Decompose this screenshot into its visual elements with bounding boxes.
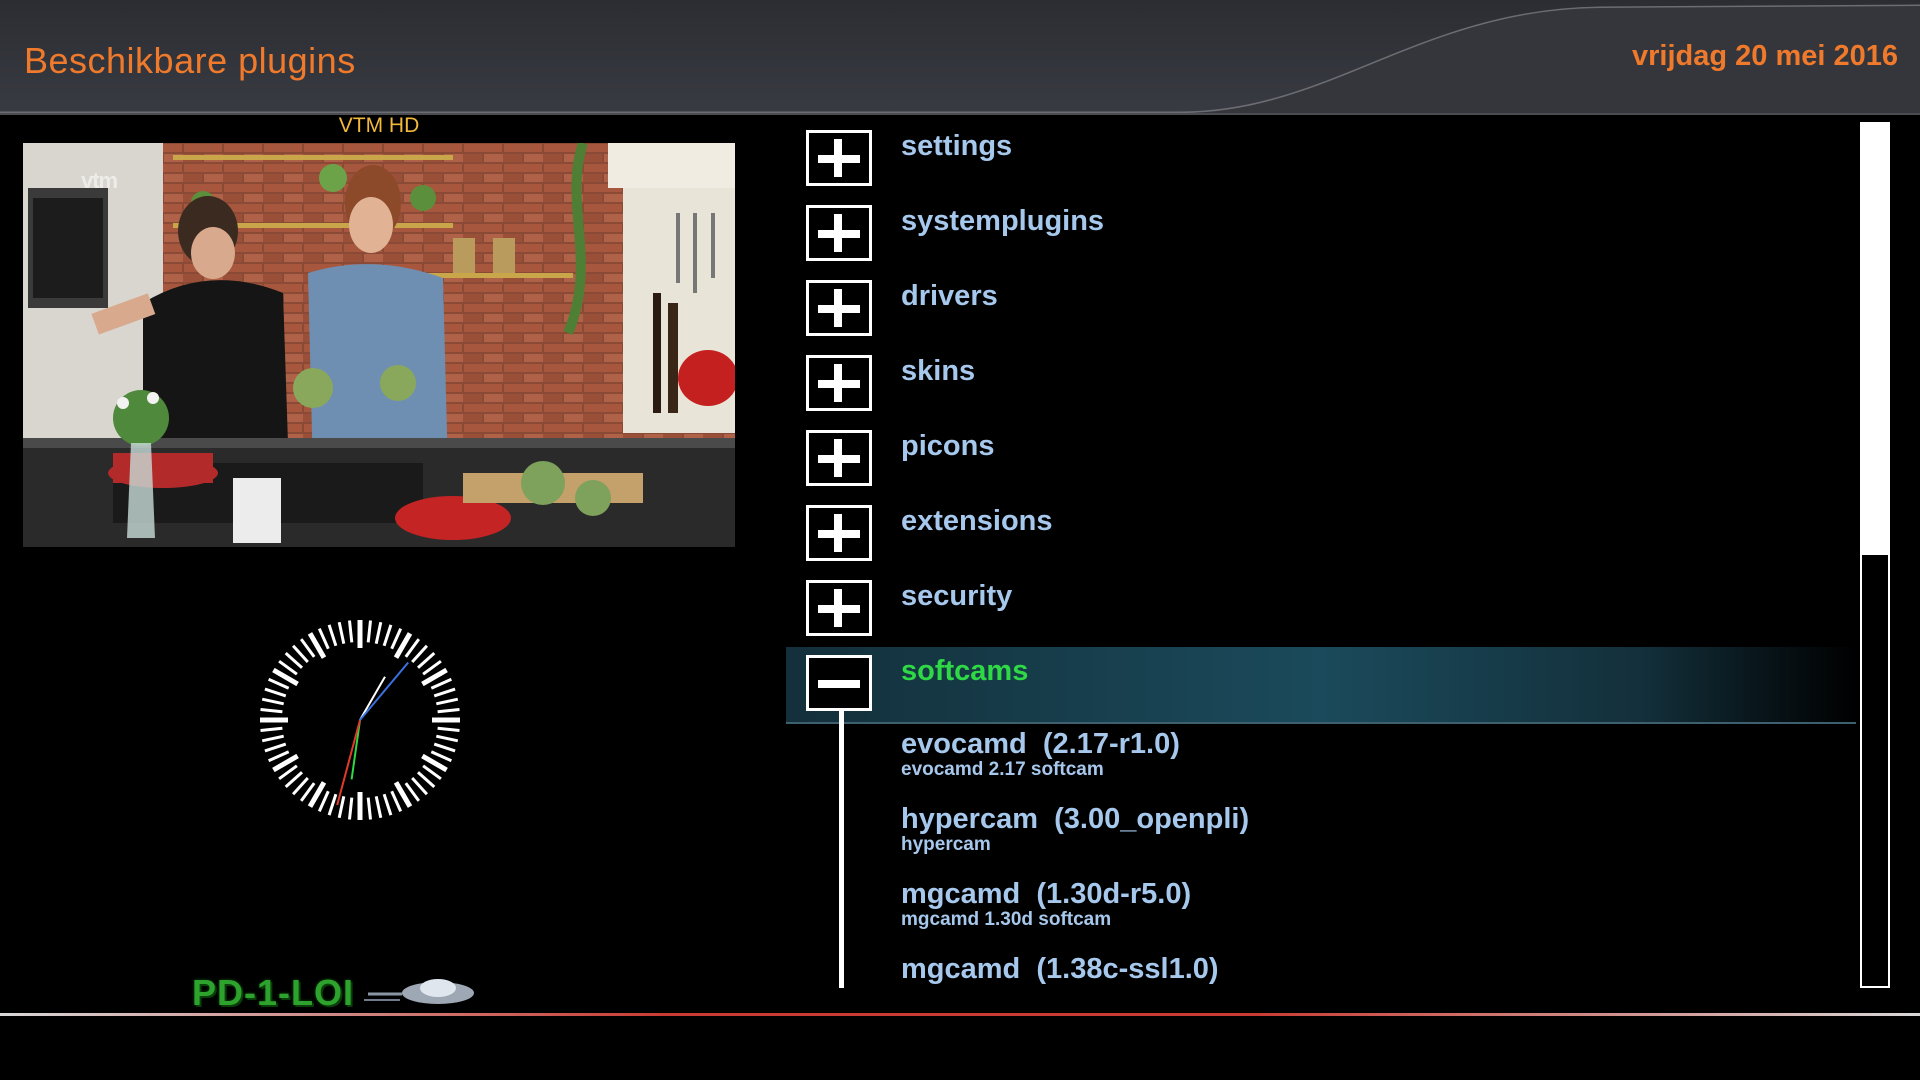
channel-name: VTM HD [338,114,420,137]
page-title: Beschikbare plugins [24,40,356,81]
softcam-item-mgcamd-130d[interactable]: mgcamd (1.30d-r5.0) mgcamd 1.30d softcam [901,878,1191,931]
plus-box-icon [806,580,872,636]
category-row-security[interactable]: security [786,572,1856,647]
scrollbar-thumb[interactable] [1862,124,1888,555]
category-row-skins[interactable]: skins [786,347,1856,422]
clock-tick [390,790,403,813]
clock-tick [437,726,460,732]
date-display: vrijdag 20 mei 2016 [1632,40,1898,72]
category-row-extensions[interactable]: extensions [786,497,1856,572]
clock-tick [416,651,436,669]
category-row-softcams[interactable]: softcams [786,647,1856,724]
clock-tick [374,621,383,645]
clock-tick [264,742,287,753]
clock-tick [327,793,338,816]
clock-tick [435,697,459,706]
clock-tick [433,687,456,698]
minus-box-icon [806,655,872,711]
clock-tick [261,734,285,743]
clock-tick [327,624,338,647]
clock-tick [284,771,304,789]
clock-tick [291,644,309,664]
category-label: systemplugins [901,205,1105,237]
plus-box-icon [806,355,872,411]
category-label: skins [901,355,976,387]
clock-tick [337,621,346,645]
clock-tick [435,734,459,743]
softcam-item-evocamd[interactable]: evocamd (2.17-r1.0) evocamd 2.17 softcam [901,728,1180,781]
kitchen-scene-picture [23,143,735,547]
category-row-drivers[interactable]: drivers [786,272,1856,347]
clock-tick [382,624,393,647]
channel-logo: vtm [81,168,118,193]
category-label: settings [901,130,1013,162]
clock-tick [260,708,283,714]
plus-box-icon [806,280,872,336]
clock-tick [284,651,304,669]
clock-tick [291,776,309,796]
clock-tick [366,620,372,643]
bottom-divider [0,1013,1920,1016]
clock-tick [430,750,453,763]
clock-tick [411,776,429,796]
category-label: drivers [901,280,998,312]
clock-tick [337,795,346,819]
category-row-settings[interactable]: settings [786,122,1856,197]
softcam-item-hypercam[interactable]: hypercam (3.00_openpli) hypercam [901,803,1249,856]
clock-tick [260,726,283,732]
plugin-name: evocamd (2.17-r1.0) [901,728,1180,760]
clock-tick [411,644,429,664]
clock-tick [437,708,460,714]
clock-extra-hand [359,661,409,721]
plus-box-icon [806,430,872,486]
softcam-item-mgcamd-138c[interactable]: mgcamd (1.38c-ssl1.0) [901,953,1219,985]
clock-tick [382,793,393,816]
plugin-description: evocamd 2.17 softcam [901,759,1104,780]
spaceship-icon [364,979,474,1004]
plus-box-icon [806,130,872,186]
category-row-picons[interactable]: picons [786,422,1856,497]
clock-tick [430,677,453,690]
plus-box-icon [806,205,872,261]
clock-tick [348,797,354,820]
clock-tick [374,795,383,819]
category-label: security [901,580,1013,612]
analog-clock [260,620,460,820]
clock-hour-hand [359,676,386,721]
category-row-systemplugins[interactable]: systemplugins [786,197,1856,272]
clock-tick [261,697,285,706]
clock-tick [317,627,330,650]
list-scrollbar[interactable] [1860,122,1890,988]
plugin-name: hypercam (3.00_openpli) [901,803,1250,835]
header-bar: Beschikbare plugins vrijdag 20 mei 2016 [0,0,1920,115]
tv-preview: vtm [23,143,735,547]
clock-tick [366,797,372,820]
brand-logo: PD-1-LOI [188,968,478,1014]
clock-tick [348,620,354,643]
clock-tick [267,677,290,690]
plugin-description: hypercam [901,834,991,855]
category-label: extensions [901,505,1053,537]
plugin-description: mgcamd 1.30d softcam [901,909,1112,930]
category-label: picons [901,430,995,462]
clock-tick [317,790,330,813]
plus-box-icon [806,505,872,561]
clock-tick [433,742,456,753]
category-label: softcams [901,655,1029,687]
plugin-category-list: settings systemplugins drivers skins pic… [786,122,1856,992]
plugin-name: mgcamd (1.38c-ssl1.0) [901,953,1219,985]
clock-tick [416,771,436,789]
tree-connector-line [839,710,844,988]
clock-second-hand [336,719,361,806]
clock-tick [267,750,290,763]
clock-tick [264,687,287,698]
clock-tick [390,627,403,650]
plugin-name: mgcamd (1.30d-r5.0) [901,878,1192,910]
